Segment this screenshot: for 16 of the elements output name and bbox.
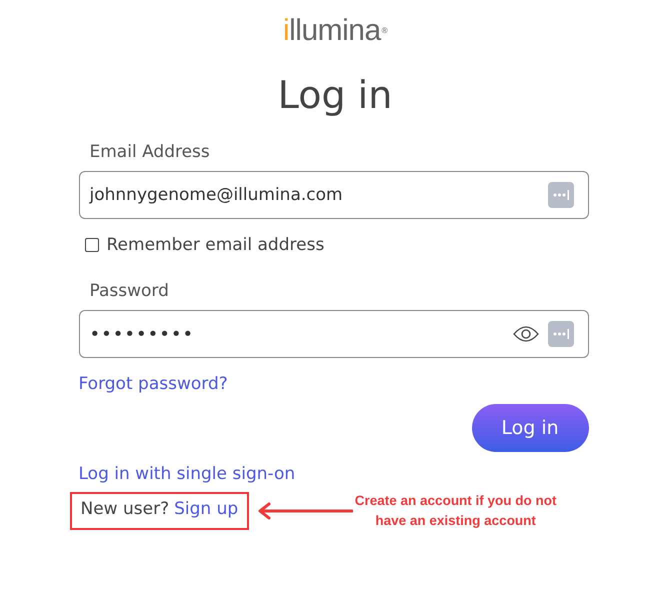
arrow-icon <box>257 501 354 521</box>
password-field[interactable]: ••••••••• <box>78 310 588 358</box>
field-label: Password <box>88 280 170 303</box>
checkbox-label: Remember email address <box>106 235 324 255</box>
forgot-password-link[interactable]: Forgot password? <box>78 374 228 394</box>
page-title: Log in <box>278 72 392 119</box>
signup-link[interactable]: Sign up <box>174 499 238 519</box>
signup-prompt: New user? <box>80 499 170 519</box>
logo: illumina$^{®}$ <box>282 14 388 48</box>
field-label: Email Address <box>88 141 211 164</box>
login-button[interactable]: Log in <box>472 404 588 452</box>
annotation-note: Create an account if you do not have an existing account <box>354 492 558 530</box>
remember-checkbox[interactable] <box>84 238 98 252</box>
eye-icon[interactable] <box>512 325 538 343</box>
sso-link[interactable]: Log in with single sign-on <box>78 464 296 484</box>
email-field[interactable]: johnnygenome@illumina.com <box>78 171 588 219</box>
